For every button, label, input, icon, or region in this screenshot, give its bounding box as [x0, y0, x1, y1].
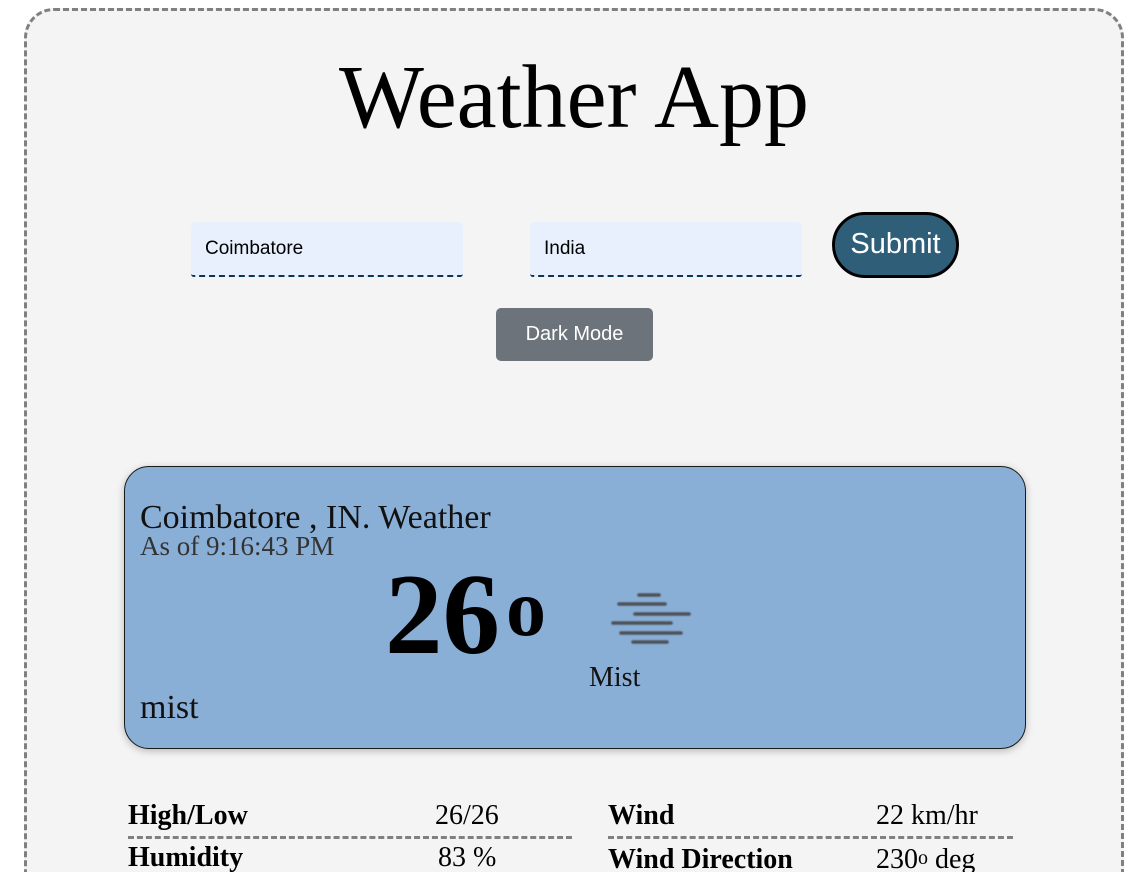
- humidity-row: Humidity 83 %: [128, 842, 572, 872]
- humidity-value: 83 %: [438, 842, 497, 872]
- wind-direction-unit: deg: [935, 844, 976, 872]
- wind-value: 22 km/hr: [876, 800, 978, 831]
- wind-direction-row: Wind Direction 230o deg: [608, 844, 1013, 872]
- high-low-row: High/Low 26/26: [128, 800, 572, 839]
- degree-symbol: o: [506, 565, 546, 653]
- high-low-value: 26/26: [435, 800, 499, 831]
- current-temperature: 26o: [385, 555, 546, 675]
- humidity-label: Humidity: [128, 842, 244, 872]
- wind-label: Wind: [608, 800, 675, 831]
- city-input[interactable]: [191, 222, 463, 277]
- wind-direction-degree: o: [918, 847, 928, 869]
- wind-direction-number: 230: [876, 844, 918, 872]
- app-title: Weather App: [338, 48, 810, 147]
- weather-description: mist: [140, 689, 199, 726]
- icon-label: Mist: [589, 662, 641, 693]
- wind-row: Wind 22 km/hr: [608, 800, 1013, 839]
- temperature-value: 26: [385, 551, 500, 678]
- as-of-time: As of 9:16:43 PM: [140, 531, 335, 561]
- country-input[interactable]: [530, 222, 802, 277]
- submit-button[interactable]: Submit: [832, 212, 959, 278]
- mist-icon: [611, 593, 691, 644]
- dark-mode-button[interactable]: Dark Mode: [496, 308, 653, 361]
- wind-direction-value: 230o deg: [876, 844, 975, 872]
- weather-card: Coimbatore , IN. Weather As of 9:16:43 P…: [124, 466, 1026, 749]
- wind-direction-label: Wind Direction: [608, 844, 793, 872]
- high-low-label: High/Low: [128, 800, 248, 831]
